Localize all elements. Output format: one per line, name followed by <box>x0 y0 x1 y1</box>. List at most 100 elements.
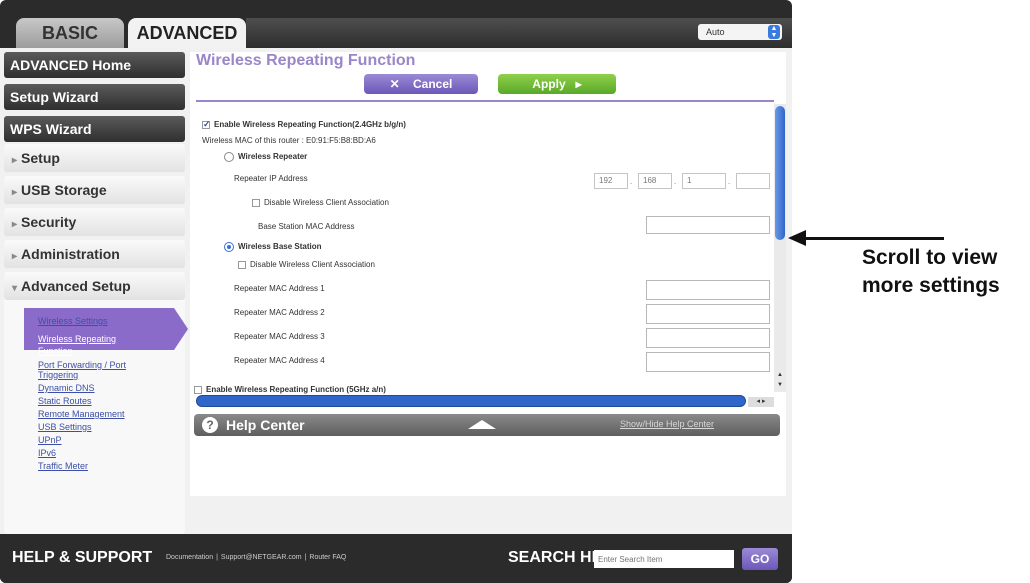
separator: | <box>304 554 307 561</box>
language-value: Auto <box>706 27 725 37</box>
sub-link-port-forwarding-cont[interactable]: Triggering <box>38 370 78 380</box>
sub-link-remote-management[interactable]: Remote Management <box>38 409 125 419</box>
caret-down-icon: ▾ <box>12 283 18 294</box>
enable-5ghz-checkbox[interactable] <box>194 385 202 394</box>
vertical-scroll-thumb[interactable] <box>775 106 785 240</box>
footer-links: Documentation | Support@NETGEAR.com | Router… <box>166 554 346 561</box>
page: BASIC ADVANCED Auto ▲ ▼ ADVANCED Home Set… <box>0 0 1030 583</box>
page-title: Wireless Repeating Function <box>196 52 416 69</box>
callout-line <box>800 237 944 240</box>
repeater-ip-label: Repeater IP Address <box>234 174 308 183</box>
cancel-label: Cancel <box>413 77 453 91</box>
wireless-repeater-row[interactable]: Wireless Repeater <box>224 152 307 162</box>
title-divider <box>196 100 774 102</box>
apply-label: Apply <box>532 77 566 91</box>
ip-dot: . <box>728 177 731 186</box>
active-pointer <box>174 308 188 350</box>
apply-button[interactable]: Apply ▸ <box>498 74 616 94</box>
sub-link-static-routes[interactable]: Static Routes <box>38 396 92 406</box>
arrow-right-icon: ▸ <box>575 77 582 91</box>
ip-octet-1[interactable]: 192 <box>594 173 628 189</box>
sidebar-item-label: Administration <box>21 246 120 262</box>
sidebar-item-setup[interactable]: ▸ Setup <box>4 144 185 172</box>
wireless-base-station-label: Wireless Base Station <box>238 242 322 252</box>
sidebar-item-advanced-home[interactable]: ADVANCED Home <box>4 52 185 78</box>
enable-repeating-label: Enable Wireless Repeating Function(2.4GH… <box>214 120 406 129</box>
sub-link-traffic-meter[interactable]: Traffic Meter <box>38 461 88 471</box>
sub-link-wireless-repeating[interactable]: Wireless Repeating <box>38 334 116 344</box>
help-icon: ? <box>202 417 218 433</box>
sidebar-item-security[interactable]: ▸ Security <box>4 208 185 236</box>
support-email-link[interactable]: Support@NETGEAR.com <box>221 554 302 561</box>
caret-right-icon: ▸ <box>12 155 18 166</box>
separator: | <box>216 554 218 561</box>
ip-octet-2[interactable]: 168 <box>638 173 672 189</box>
wireless-base-station-radio[interactable] <box>224 242 234 252</box>
tab-advanced[interactable]: ADVANCED <box>128 18 246 48</box>
sidebar-item-usb-storage[interactable]: ▸ USB Storage <box>4 176 185 204</box>
repeater-mac-label-1: Repeater MAC Address 1 <box>234 284 325 293</box>
repeater-mac-input-2[interactable] <box>646 304 770 324</box>
sub-link-wireless-repeating-cont[interactable]: Function <box>38 346 73 356</box>
expand-up-icon[interactable] <box>468 420 496 429</box>
sub-link-upnp[interactable]: UPnP <box>38 435 62 445</box>
sidebar-item-label: Setup <box>21 150 60 166</box>
sidebar-item-label: Security <box>21 214 77 230</box>
go-button[interactable]: GO <box>742 548 778 570</box>
next-section-row[interactable]: Enable Wireless Repeating Function (5GHz… <box>194 385 772 395</box>
caret-right-icon: ▸ <box>12 251 18 262</box>
sub-link-ipv6[interactable]: IPv6 <box>38 448 56 458</box>
repeater-mac-label-3: Repeater MAC Address 3 <box>234 332 325 341</box>
ip-octet-3[interactable]: 1 <box>682 173 726 189</box>
ip-octet-4[interactable] <box>736 173 770 189</box>
sidebar-item-setup-wizard[interactable]: Setup Wizard <box>4 84 185 110</box>
disable-assoc-label-2: Disable Wireless Client Association <box>250 260 375 269</box>
tab-basic[interactable]: BASIC <box>16 18 124 48</box>
sub-link-wireless-settings[interactable]: Wireless Settings <box>38 316 108 326</box>
callout-text-line-2: more settings <box>862 274 1000 297</box>
sidebar-item-advanced-setup[interactable]: ▾ Advanced Setup <box>4 272 185 300</box>
router-faq-link[interactable]: Router FAQ <box>309 554 346 561</box>
chevron-updown-icon: ▲ ▼ <box>768 25 780 39</box>
enable-5ghz-label: Enable Wireless Repeating Function (5GHz… <box>206 385 386 394</box>
repeater-mac-input-3[interactable] <box>646 328 770 348</box>
disable-assoc-row-2[interactable]: Disable Wireless Client Association <box>238 260 375 269</box>
scroll-arrows-icon[interactable]: ▲ ▼ <box>775 370 785 390</box>
horizontal-scrollbar[interactable] <box>196 395 746 407</box>
enable-repeating-checkbox[interactable] <box>202 119 211 130</box>
show-hide-help-link[interactable]: Show/Hide Help Center <box>620 419 714 429</box>
ip-dot: . <box>674 177 677 186</box>
search-input[interactable] <box>594 550 734 568</box>
help-center-label: Help Center <box>226 417 305 433</box>
horizontal-scroll-arrows-icon[interactable]: ◂ ▸ <box>748 397 774 407</box>
caret-right-icon: ▸ <box>12 187 18 198</box>
sub-link-dynamic-dns[interactable]: Dynamic DNS <box>38 383 95 393</box>
disable-assoc-checkbox-1[interactable] <box>252 198 260 207</box>
wireless-base-station-row[interactable]: Wireless Base Station <box>224 242 322 252</box>
language-select[interactable]: Auto ▲ ▼ <box>698 24 782 40</box>
enable-repeating-row[interactable]: Enable Wireless Repeating Function(2.4GH… <box>202 119 406 130</box>
callout-text-line-1: Scroll to view <box>862 246 998 269</box>
sidebar-item-administration[interactable]: ▸ Administration <box>4 240 185 268</box>
sub-link-port-forwarding[interactable]: Port Forwarding / Port <box>38 360 126 370</box>
disable-assoc-checkbox-2[interactable] <box>238 260 246 269</box>
caret-right-icon: ▸ <box>12 219 18 230</box>
footer-title: HELP & SUPPORT <box>12 549 153 566</box>
disable-assoc-label-1: Disable Wireless Client Association <box>264 198 389 207</box>
repeater-mac-input-4[interactable] <box>646 352 770 372</box>
close-icon: ✕ <box>389 77 400 91</box>
sub-link-usb-settings[interactable]: USB Settings <box>38 422 92 432</box>
cancel-button[interactable]: ✕ Cancel <box>364 74 478 94</box>
base-station-mac-input[interactable] <box>646 216 770 234</box>
sidebar-item-label: Advanced Setup <box>21 278 131 294</box>
base-mac-label: Base Station MAC Address <box>258 222 355 231</box>
sidebar-item-wps-wizard[interactable]: WPS Wizard <box>4 116 185 142</box>
router-mac-label: Wireless MAC of this router : E0:91:F5:B… <box>202 136 376 145</box>
disable-assoc-row-1[interactable]: Disable Wireless Client Association <box>252 198 389 207</box>
repeater-mac-input-1[interactable] <box>646 280 770 300</box>
repeater-mac-label-2: Repeater MAC Address 2 <box>234 308 325 317</box>
repeater-mac-label-4: Repeater MAC Address 4 <box>234 356 325 365</box>
sidebar-item-label: USB Storage <box>21 182 107 198</box>
wireless-repeater-radio[interactable] <box>224 152 234 162</box>
documentation-link[interactable]: Documentation <box>166 554 213 561</box>
